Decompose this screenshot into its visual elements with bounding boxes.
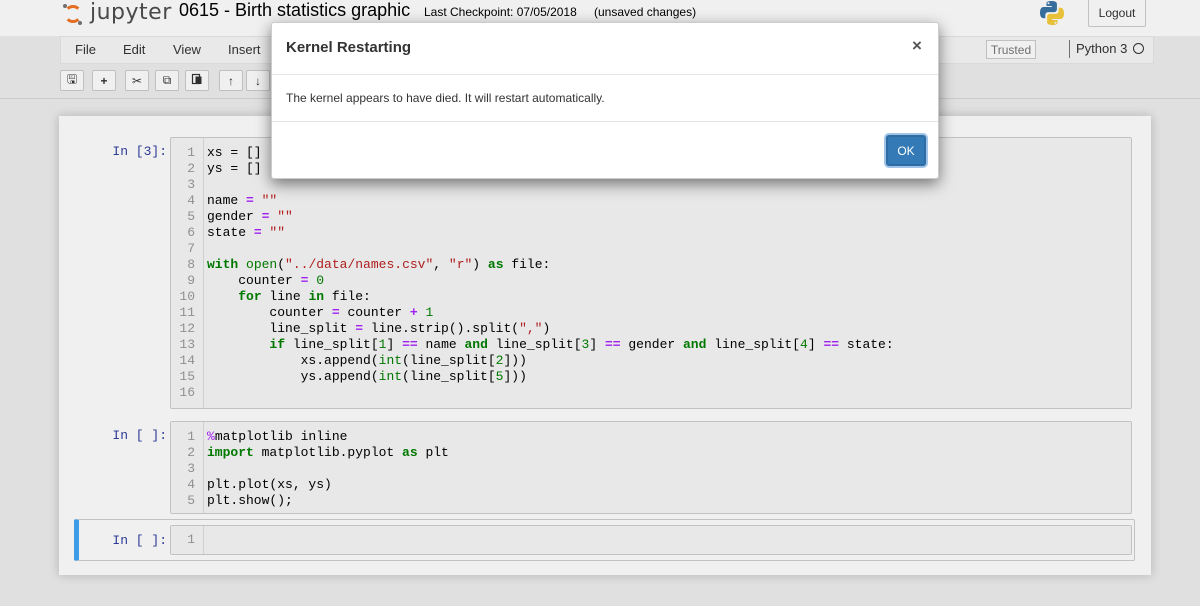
dialog-divider	[272, 121, 938, 122]
kernel-restarting-dialog: Kernel Restarting × The kernel appears t…	[271, 22, 939, 179]
dialog-divider	[272, 74, 938, 75]
close-icon[interactable]: ×	[912, 36, 922, 56]
ok-button[interactable]: OK	[886, 135, 926, 166]
dialog-message: The kernel appears to have died. It will…	[286, 91, 605, 105]
dialog-title: Kernel Restarting	[286, 39, 412, 56]
